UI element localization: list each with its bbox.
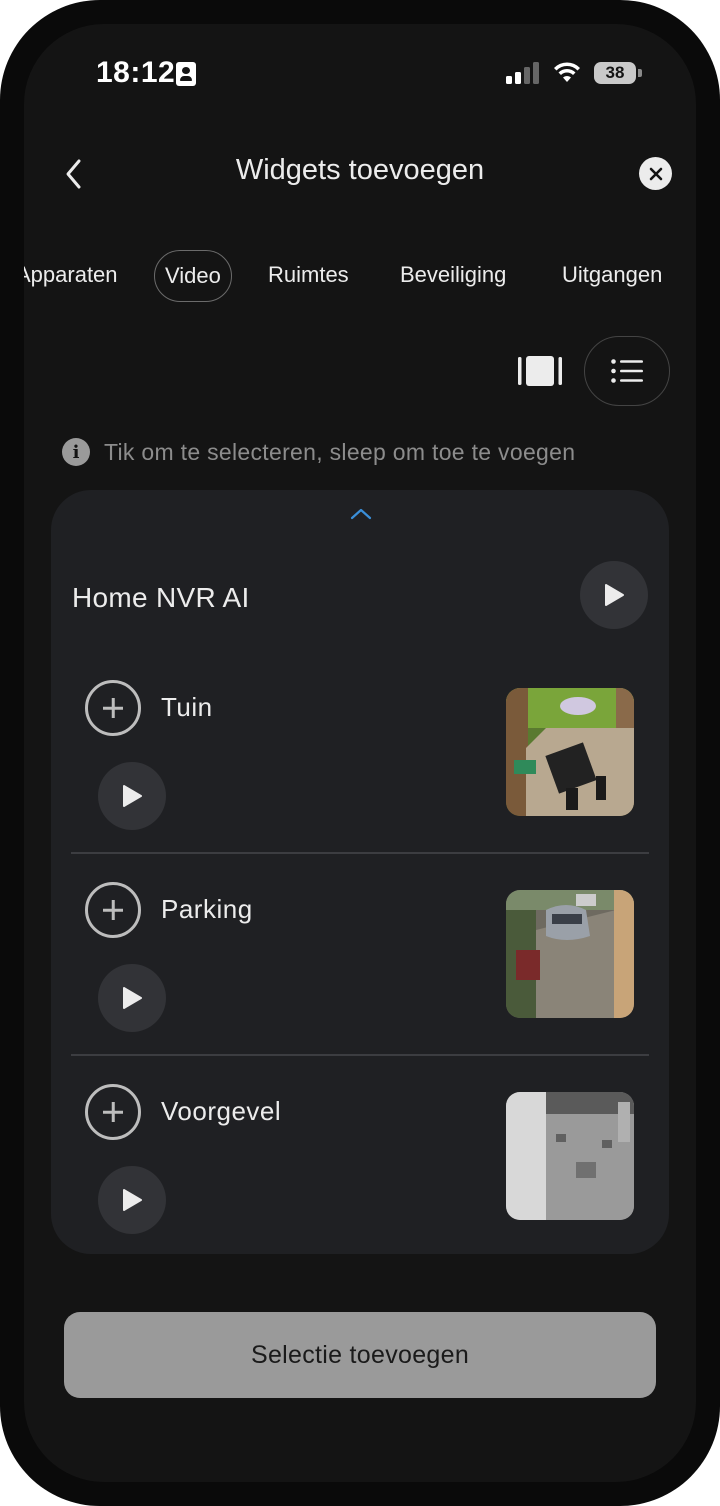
divider (71, 1054, 649, 1056)
phone-frame: 18:12 38 Widgets toevoegen Apparaten Vid… (0, 0, 720, 1506)
contact-card-icon (176, 62, 196, 86)
battery-indicator: 38 (594, 62, 636, 84)
add-icon[interactable] (85, 680, 141, 736)
play-icon (605, 584, 624, 606)
chevron-up-icon[interactable] (349, 506, 373, 522)
tab-apparaten[interactable]: Apparaten (24, 250, 118, 302)
tab-beveiliging[interactable]: Beveiliging (400, 250, 506, 302)
camera-name: Tuin (161, 692, 213, 722)
page-title: Widgets toevoegen (235, 154, 485, 186)
battery-tip (638, 69, 642, 77)
camera-play-button[interactable] (98, 1166, 166, 1234)
group-play-button[interactable] (580, 561, 648, 629)
camera-row: Tuin (51, 656, 669, 858)
list-icon (611, 359, 643, 383)
tab-ruimtes[interactable]: Ruimtes (268, 250, 349, 302)
camera-thumbnail[interactable] (506, 688, 634, 816)
camera-row: Parking (51, 858, 669, 1060)
tab-video[interactable]: Video (154, 250, 232, 302)
card-view-icon[interactable] (518, 354, 562, 388)
screen: 18:12 38 Widgets toevoegen Apparaten Vid… (24, 24, 696, 1482)
list-view-button[interactable] (584, 336, 670, 406)
nvr-group-card: Home NVR AI Tuin Parking Voorgevel (51, 490, 669, 1254)
close-button[interactable] (639, 157, 672, 190)
camera-play-button[interactable] (98, 762, 166, 830)
status-time: 18:12 (96, 56, 176, 89)
hint-row: i Tik om te selecteren, sleep om toe te … (62, 438, 575, 466)
play-icon (123, 785, 142, 807)
cellular-signal-icon (506, 62, 540, 84)
camera-name: Voorgevel (161, 1096, 282, 1126)
category-tabs: Apparaten Video Ruimtes Beveiliging Uitg… (24, 250, 696, 304)
close-icon (649, 167, 662, 180)
camera-thumbnail[interactable] (506, 1092, 634, 1220)
tab-uitgangen[interactable]: Uitgangen (562, 250, 662, 302)
add-icon[interactable] (85, 882, 141, 938)
camera-thumbnail[interactable] (506, 890, 634, 1018)
add-icon[interactable] (85, 1084, 141, 1140)
hint-text: Tik om te selecteren, sleep om toe te vo… (104, 438, 576, 465)
camera-play-button[interactable] (98, 964, 166, 1032)
info-icon: i (62, 438, 90, 466)
camera-row: Voorgevel (51, 1060, 669, 1262)
wifi-icon (554, 62, 580, 82)
play-icon (123, 987, 142, 1009)
divider (71, 852, 649, 854)
group-title: Home NVR AI (72, 582, 250, 613)
camera-name: Parking (161, 894, 253, 924)
play-icon (123, 1189, 142, 1211)
add-selection-button[interactable]: Selectie toevoegen (64, 1312, 656, 1398)
